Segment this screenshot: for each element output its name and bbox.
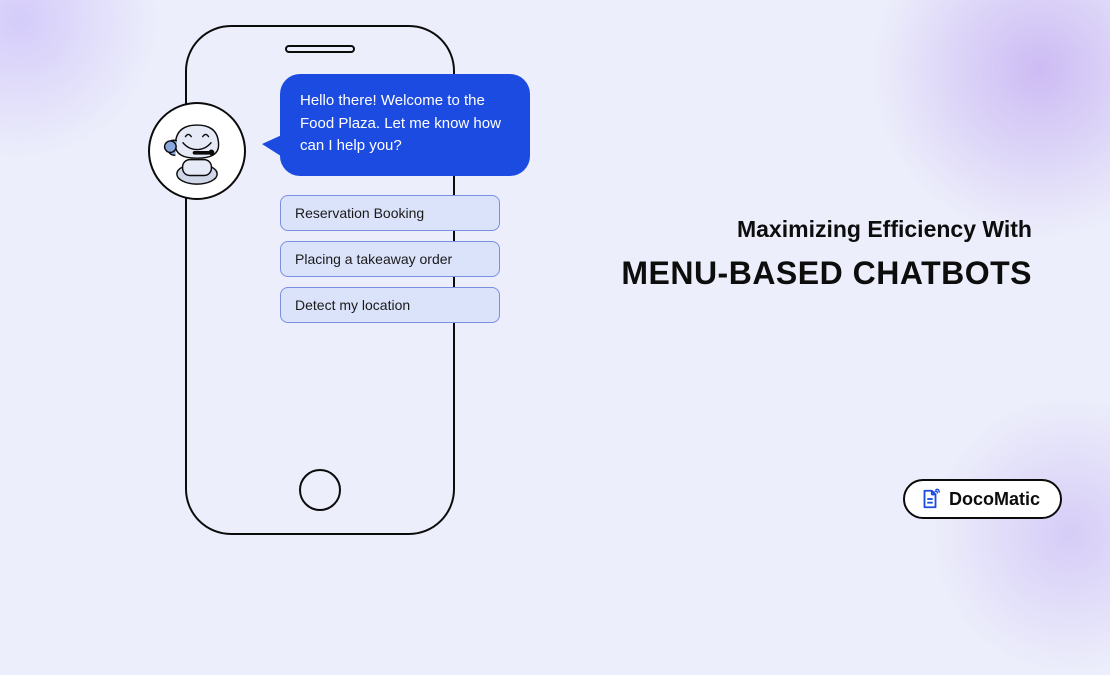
bg-blur-top-left [0,0,160,160]
document-icon [919,488,941,510]
headline-title: MENU-BASED CHATBOTS [621,255,1032,292]
headline-subtitle: Maximizing Efficiency With [621,216,1032,243]
headline-block: Maximizing Efficiency With MENU-BASED CH… [621,216,1032,292]
option-label: Placing a takeaway order [295,251,452,267]
bg-blur-bottom-right [930,395,1110,675]
option-reservation-booking[interactable]: Reservation Booking [280,195,500,231]
option-takeaway-order[interactable]: Placing a takeaway order [280,241,500,277]
chatbot-avatar [148,102,246,200]
option-detect-location[interactable]: Detect my location [280,287,500,323]
chat-bubble-tail-icon [262,134,284,158]
chat-bubble: Hello there! Welcome to the Food Plaza. … [280,74,530,176]
option-label: Detect my location [295,297,410,313]
phone-home-button-icon [299,469,341,511]
brand-badge: DocoMatic [903,479,1062,519]
brand-name: DocoMatic [949,489,1040,510]
robot-icon [161,115,233,187]
option-label: Reservation Booking [295,205,424,221]
menu-options: Reservation Booking Placing a takeaway o… [280,195,500,323]
phone-speaker-icon [285,45,355,53]
bg-blur-top-right [870,0,1110,240]
chat-bubble-text: Hello there! Welcome to the Food Plaza. … [300,92,501,154]
